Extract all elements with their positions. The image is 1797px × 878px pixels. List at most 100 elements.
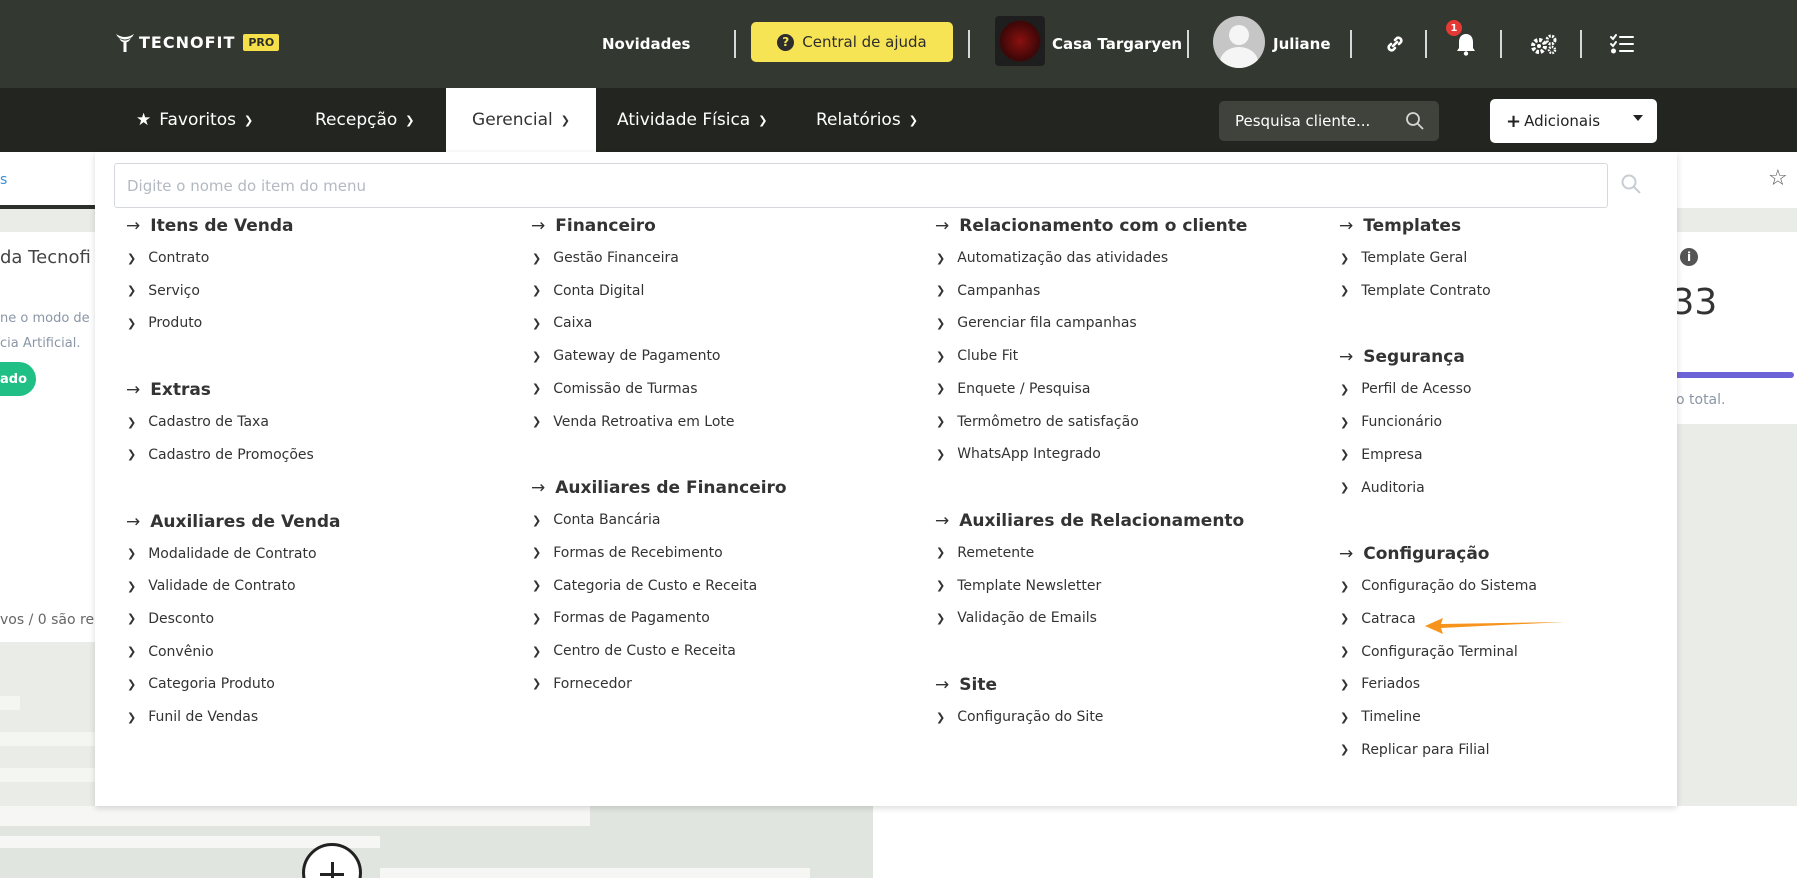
user-avatar[interactable] <box>1213 16 1265 68</box>
chevron-right-icon: ❯ <box>532 611 542 625</box>
menu-item-link[interactable]: ❯ Conta Digital <box>532 283 644 299</box>
menu-item-link[interactable]: ❯ Timeline <box>1340 709 1421 725</box>
arrow-right-icon: → <box>126 380 141 401</box>
nav-gerencial[interactable]: Gerencial ❯ <box>446 88 596 152</box>
background-status-pill[interactable]: ado <box>0 362 36 396</box>
user-menu[interactable]: Juliane <box>1273 0 1331 88</box>
menu-section-header: → Configuração <box>1339 544 1489 564</box>
menu-item-link[interactable]: ❯ Contrato <box>127 250 209 266</box>
caret-down-icon <box>1633 115 1643 121</box>
menu-section-header: → Itens de Venda <box>126 216 294 236</box>
menu-item-link[interactable]: ❯ Enquete / Pesquisa <box>936 381 1090 397</box>
menu-item-link[interactable]: ❯ Validação de Emails <box>936 610 1097 626</box>
help-center-button[interactable]: ? Central de ajuda <box>751 22 953 62</box>
chevron-right-icon: ❯ <box>1340 251 1350 265</box>
menu-item-link[interactable]: ❯ Formas de Recebimento <box>532 545 723 561</box>
menu-item-link[interactable]: ❯ Clube Fit <box>936 348 1018 364</box>
menu-item-label: Formas de Recebimento <box>553 544 723 561</box>
arrow-right-icon: → <box>1339 216 1354 236</box>
menu-item-link[interactable]: ❯ Categoria Produto <box>127 676 275 692</box>
arrow-right-icon: → <box>126 511 141 532</box>
background-tab-label[interactable]: s <box>0 172 7 188</box>
tecnofit-logo[interactable]: TECNOFIT PRO <box>113 30 280 54</box>
menu-item-link[interactable]: ❯ WhatsApp Integrado <box>936 446 1101 462</box>
menu-section-title: Auxiliares de Relacionamento <box>959 510 1245 531</box>
nav-label: Recepção <box>315 110 398 130</box>
menu-item-link[interactable]: ❯ Centro de Custo e Receita <box>532 643 736 659</box>
chevron-right-icon: ❯ <box>532 579 542 593</box>
menu-item-search-input[interactable] <box>114 163 1608 208</box>
nav-favoritos[interactable]: ★ Favoritos ❯ <box>136 88 253 152</box>
menu-section-header: → Templates <box>1339 216 1461 236</box>
menu-item-link[interactable]: ❯ Template Contrato <box>1340 283 1491 299</box>
menu-item-link[interactable]: ❯ Formas de Pagamento <box>532 610 710 626</box>
search-icon <box>1621 174 1641 194</box>
company-selector[interactable]: Casa Targaryen <box>1052 0 1182 88</box>
menu-item-label: Template Newsletter <box>957 577 1102 594</box>
menu-item-link[interactable]: ❯ Comissão de Turmas <box>532 381 698 397</box>
menu-item-link[interactable]: ❯ Venda Retroativa em Lote <box>532 414 735 430</box>
menu-item-label: Perfil de Acesso <box>1361 381 1472 398</box>
menu-item-link[interactable]: ❯ Desconto <box>127 611 214 627</box>
chevron-right-icon: ❯ <box>936 382 946 396</box>
nav-atividade-fisica[interactable]: Atividade Física ❯ <box>617 88 767 152</box>
chevron-down-icon: ❯ <box>243 113 254 127</box>
menu-item-link[interactable]: ❯ Auditoria <box>1340 480 1425 496</box>
menu-item-link[interactable]: ❯ Automatização das atividades <box>936 250 1168 266</box>
menu-item-label: Categoria Produto <box>148 676 275 693</box>
menu-item-link[interactable]: ❯ Gerenciar fila campanhas <box>936 315 1137 331</box>
menu-item-link[interactable]: ❯ Configuração Terminal <box>1340 644 1518 660</box>
menu-item-link[interactable]: ❯ Replicar para Filial <box>1340 742 1490 758</box>
menu-item-link[interactable]: ❯ Campanhas <box>936 283 1040 299</box>
nav-recepcao[interactable]: Recepção ❯ <box>315 88 415 152</box>
menu-item-link[interactable]: ❯ Serviço <box>127 283 200 299</box>
background-card-description: ne o modo de cia Artificial. <box>0 311 90 351</box>
settings-gears-icon[interactable] <box>1526 0 1562 88</box>
menu-item-label: Conta Bancária <box>553 512 661 529</box>
menu-item-link[interactable]: ❯ Cadastro de Taxa <box>127 414 269 430</box>
topbar-separator <box>1500 30 1502 58</box>
menu-item-link[interactable]: ❯ Funcionário <box>1340 414 1442 430</box>
menu-item-link[interactable]: ❯ Modalidade de Contrato <box>127 546 317 562</box>
favorite-star-icon[interactable]: ☆ <box>1768 166 1788 191</box>
menu-item-link[interactable]: ❯ Caixa <box>532 315 592 331</box>
link-icon[interactable] <box>1378 0 1412 88</box>
menu-item-link[interactable]: ❯ Template Newsletter <box>936 578 1101 594</box>
menu-item-label: Enquete / Pesquisa <box>957 380 1091 397</box>
chevron-right-icon: ❯ <box>936 349 946 363</box>
help-center-label: Central de ajuda <box>802 33 927 51</box>
menu-item-link[interactable]: ❯ Produto <box>127 315 202 331</box>
background-progress-bar <box>1676 372 1794 378</box>
menu-item-link[interactable]: ❯ Gateway de Pagamento <box>532 348 721 364</box>
menu-item-link[interactable]: ❯ Fornecedor <box>532 676 632 692</box>
menu-item-link[interactable]: ❯ Validade de Contrato <box>127 578 296 594</box>
menu-item-link[interactable]: ❯ Termômetro de satisfação <box>936 414 1139 430</box>
menu-item-label: Cadastro de Promoções <box>148 446 314 463</box>
news-link[interactable]: Novidades <box>602 0 690 88</box>
menu-item-link[interactable]: ❯ Catraca <box>1340 611 1416 627</box>
menu-item-link[interactable]: ❯ Empresa <box>1340 447 1423 463</box>
task-list-icon[interactable] <box>1605 0 1639 88</box>
menu-item-link[interactable]: ❯ Remetente <box>936 545 1034 561</box>
menu-item-link[interactable]: ❯ Feriados <box>1340 676 1420 692</box>
menu-item-link[interactable]: ❯ Categoria de Custo e Receita <box>532 578 757 594</box>
menu-item-link[interactable]: ❯ Convênio <box>127 644 214 660</box>
info-icon[interactable]: i <box>1680 248 1698 266</box>
menu-item-link[interactable]: ❯ Gestão Financeira <box>532 250 679 266</box>
add-ons-button[interactable]: + Adicionais <box>1490 99 1657 143</box>
company-logo[interactable] <box>995 16 1045 66</box>
client-search-button[interactable]: Pesquisa cliente... <box>1219 101 1439 141</box>
arrow-right-icon: → <box>935 510 950 531</box>
menu-item-link[interactable]: ❯ Conta Bancária <box>532 512 661 528</box>
menu-item-link[interactable]: ❯ Funil de Vendas <box>127 709 258 725</box>
nav-relatorios[interactable]: Relatórios ❯ <box>816 88 918 152</box>
bell-icon[interactable] <box>1451 0 1481 88</box>
menu-item-link[interactable]: ❯ Cadastro de Promoções <box>127 447 314 463</box>
menu-item-link[interactable]: ❯ Configuração do Sistema <box>1340 578 1537 594</box>
menu-item-link[interactable]: ❯ Configuração do Site <box>936 709 1103 725</box>
chevron-right-icon: ❯ <box>127 448 137 462</box>
menu-item-link[interactable]: ❯ Template Geral <box>1340 250 1467 266</box>
star-icon: ★ <box>136 110 152 130</box>
menu-item-link[interactable]: ❯ Perfil de Acesso <box>1340 381 1471 397</box>
menu-item-label: Comissão de Turmas <box>553 380 698 397</box>
